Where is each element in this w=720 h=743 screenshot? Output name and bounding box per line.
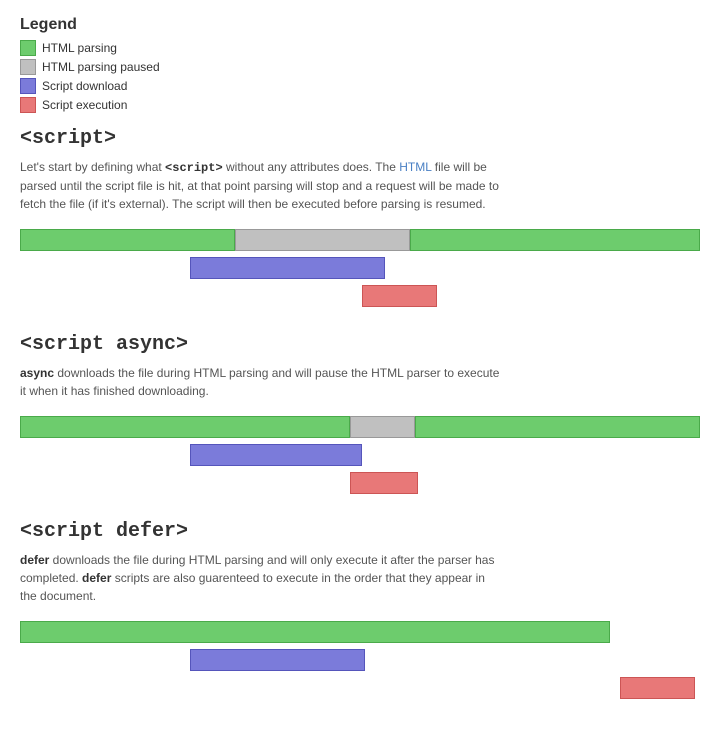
legend-label-html-parsing-paused: HTML parsing paused <box>42 60 160 74</box>
defer-keyword-1: defer <box>20 553 49 567</box>
section-script-async-desc: async downloads the file during HTML par… <box>20 364 500 400</box>
bar-async-html-parse-pre <box>20 416 350 438</box>
bar-async-html-pause <box>350 416 415 438</box>
bar-async-html-parse-post <box>415 416 700 438</box>
html-link: HTML <box>399 160 431 174</box>
section-script-desc: Let's start by defining what <script> wi… <box>20 158 500 213</box>
legend-section: Legend HTML parsing HTML parsing paused … <box>20 16 700 113</box>
timeline-defer-row1 <box>20 619 700 645</box>
timeline-defer-row3 <box>20 675 700 701</box>
section-script-async: <script async> async downloads the file … <box>20 333 700 496</box>
defer-keyword-2: defer <box>82 571 111 585</box>
timeline-async-row1 <box>20 414 700 440</box>
inline-code-script: <script> <box>165 161 223 175</box>
legend-color-html-parsing <box>20 40 36 56</box>
timeline-async-row2 <box>20 442 700 468</box>
timeline-script-row3 <box>20 283 700 309</box>
legend-title: Legend <box>20 16 700 34</box>
legend-items: HTML parsing HTML parsing paused Script … <box>20 40 700 113</box>
legend-color-html-parsing-paused <box>20 59 36 75</box>
section-script-defer: <script defer> defer downloads the file … <box>20 520 700 701</box>
async-keyword: async <box>20 366 54 380</box>
bar-script-download <box>190 257 385 279</box>
bar-defer-html-parse <box>20 621 610 643</box>
section-script-defer-heading: <script defer> <box>20 520 700 543</box>
timeline-script-defer <box>20 619 700 701</box>
timeline-script <box>20 227 700 309</box>
bar-async-script-execute <box>350 472 418 494</box>
legend-item-html-parsing: HTML parsing <box>20 40 700 56</box>
legend-item-script-download: Script download <box>20 78 700 94</box>
section-script-async-heading: <script async> <box>20 333 700 356</box>
section-script-heading: <script> <box>20 127 700 150</box>
timeline-script-row2 <box>20 255 700 281</box>
legend-color-script-download <box>20 78 36 94</box>
legend-color-script-execution <box>20 97 36 113</box>
bar-html-pause <box>235 229 410 251</box>
bar-async-script-download <box>190 444 362 466</box>
timeline-async-row3 <box>20 470 700 496</box>
timeline-script-async <box>20 414 700 496</box>
bar-defer-script-execute <box>620 677 695 699</box>
timeline-script-row1 <box>20 227 700 253</box>
bar-html-parse-post <box>410 229 700 251</box>
legend-item-script-execution: Script execution <box>20 97 700 113</box>
legend-label-script-execution: Script execution <box>42 98 127 112</box>
section-script-defer-desc: defer downloads the file during HTML par… <box>20 551 500 605</box>
bar-script-execute <box>362 285 437 307</box>
section-script: <script> Let's start by defining what <s… <box>20 127 700 309</box>
legend-label-script-download: Script download <box>42 79 127 93</box>
timeline-defer-row2 <box>20 647 700 673</box>
legend-item-html-parsing-paused: HTML parsing paused <box>20 59 700 75</box>
bar-defer-script-download <box>190 649 365 671</box>
legend-label-html-parsing: HTML parsing <box>42 41 117 55</box>
bar-html-parse-pre <box>20 229 235 251</box>
